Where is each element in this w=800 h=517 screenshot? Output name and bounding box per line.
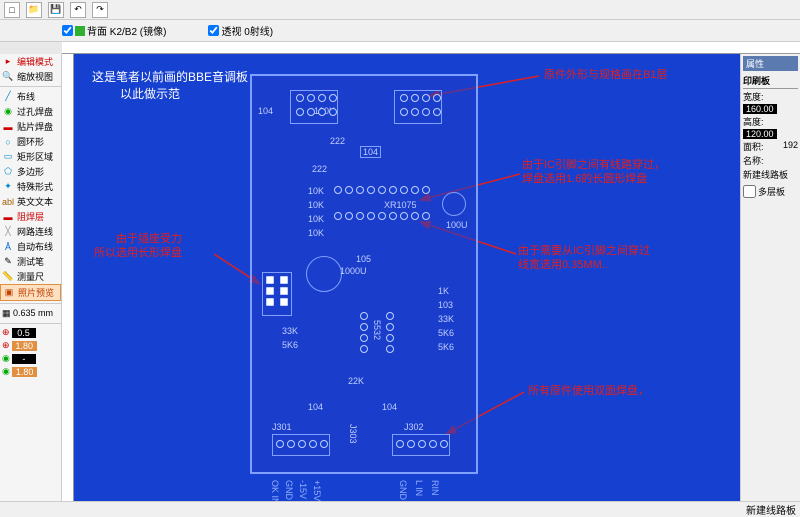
label-rin: RIN	[430, 480, 440, 496]
pcb-board-outline: 104 100K 222 104 222 10K 10K XR1075 10K …	[250, 74, 478, 474]
width-value[interactable]: 160.00	[743, 104, 777, 114]
label-p15v: +15V	[312, 480, 322, 501]
note-ic-pad: 由于IC引脚之间有线路穿过， 焊盘选用1.6的长圆形焊盘	[522, 158, 665, 187]
status-text: 新建线路板	[746, 502, 796, 517]
tool-zoom[interactable]: 🔍缩放视图	[0, 69, 61, 84]
back-layer-check[interactable]: 背面 K2/B2 (镜像)	[62, 23, 166, 38]
ruler-vertical	[62, 54, 74, 517]
tool-soldermask[interactable]: ▬阻焊层	[0, 209, 61, 224]
properties-panel: 属性 印刷板 宽度: 160.00 高度: 120.00 面积:192 名称: …	[740, 54, 800, 517]
label-lin: L IN	[414, 480, 424, 496]
height-value[interactable]: 120.00	[743, 129, 777, 139]
undo-icon[interactable]: ↶	[70, 2, 86, 18]
name-value[interactable]: 新建线路板	[743, 168, 798, 181]
label-gnd2: GND	[398, 480, 408, 500]
tool-panel: ▸编辑模式 🔍缩放视图 ╱布线 ◉过孔焊盘 ▬贴片焊盘 ○圆环形 ▭矩形区域 ⬠…	[0, 54, 62, 517]
tool-test[interactable]: ✎测试笔	[0, 254, 61, 269]
height-label: 高度:	[743, 115, 764, 128]
label-n15v: -15V	[298, 480, 308, 499]
tool-autoroute[interactable]: Å自动布线	[0, 239, 61, 254]
props-section: 印刷板	[743, 73, 798, 89]
props-title: 属性	[743, 56, 798, 71]
open-icon[interactable]: 📁	[26, 2, 42, 18]
tool-smd-pad[interactable]: ▬贴片焊盘	[0, 119, 61, 134]
tool-ruler[interactable]: 📏测量尺	[0, 269, 61, 284]
note-outline-layer: 原件外形与规格画在B1层	[544, 68, 667, 82]
redo-icon[interactable]: ↷	[92, 2, 108, 18]
trace-color-select[interactable]: 蓝色	[289, 23, 331, 39]
tool-special[interactable]: ✦特殊形式	[0, 179, 61, 194]
multilayer-check[interactable]: 多层板	[743, 185, 798, 198]
note-socket-pad: 由于插座受力 所以选用长形焊盘	[94, 232, 182, 261]
width-label: 宽度:	[743, 90, 764, 103]
tool-rect[interactable]: ▭矩形区域	[0, 149, 61, 164]
transparent-check[interactable]: 透视 0射线)	[208, 23, 273, 38]
tool-netline[interactable]: ╳网路连线	[0, 224, 61, 239]
new-icon[interactable]: □	[4, 2, 20, 18]
width-row-4[interactable]: ◉1.80	[0, 365, 61, 378]
ruler-horizontal	[62, 42, 800, 54]
width-row-1[interactable]: ⊕0.5	[0, 326, 61, 339]
tool-polygon[interactable]: ⬠多边形	[0, 164, 61, 179]
solder-color-label: 阻焊层:	[339, 23, 372, 38]
area-value: 192	[783, 140, 798, 153]
note-dual-pad: 所有原件使用双面焊盘，	[528, 384, 649, 398]
save-icon[interactable]: 💾	[48, 2, 64, 18]
tool-edit-mode[interactable]: ▸编辑模式	[0, 54, 61, 69]
tool-photo-view[interactable]: ▣照片预览	[0, 284, 61, 301]
pcb-canvas[interactable]: 这是笔者以前画的BBE音调板 以此做示范 原件外形与规格画在B1层 由于IC引脚…	[74, 54, 740, 517]
solder-color-select[interactable]: 绿色	[380, 23, 422, 39]
tool-trace[interactable]: ╱布线	[0, 89, 61, 104]
label-gnd1: GND	[284, 480, 294, 500]
grid-spacing[interactable]: ▦ 0.635 mm	[0, 306, 61, 321]
tool-thru-pad[interactable]: ◉过孔焊盘	[0, 104, 61, 119]
width-row-3[interactable]: ◉-	[0, 352, 61, 365]
area-label: 面积:	[743, 140, 764, 153]
width-row-2[interactable]: ⊕1.80	[0, 339, 61, 352]
top-toolbar: □ 📁 💾 ↶ ↷	[0, 0, 800, 20]
status-bar: 新建线路板	[0, 501, 800, 517]
tool-circle[interactable]: ○圆环形	[0, 134, 61, 149]
intro-note: 这是笔者以前画的BBE音调板 以此做示范	[92, 68, 248, 102]
name-label: 名称:	[743, 154, 764, 167]
tool-text[interactable]: abl英文文本	[0, 194, 61, 209]
note-trace-width: 由于需要从IC引脚之间穿过 线宽选用0.35MM..	[518, 244, 650, 273]
